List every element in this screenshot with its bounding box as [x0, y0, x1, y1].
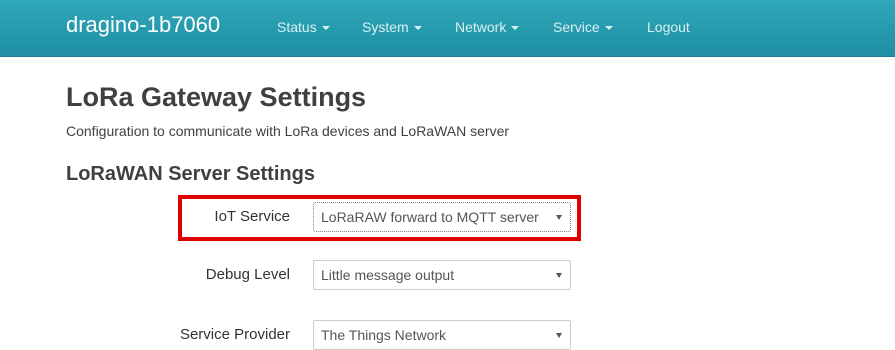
top-navbar: dragino-1b7060 Status System Network Ser…	[0, 0, 895, 57]
section-title: LoRaWAN Server Settings	[66, 163, 315, 185]
debug-level-value: Little message output	[321, 267, 455, 283]
nav-status[interactable]: Status	[277, 19, 330, 35]
nav-status-label: Status	[277, 19, 317, 35]
service-provider-select[interactable]: The Things Network	[313, 320, 571, 350]
nav-service[interactable]: Service	[553, 19, 613, 35]
caret-down-icon	[321, 26, 330, 31]
nav-logout-label: Logout	[647, 19, 690, 35]
caret-down-icon	[556, 273, 562, 278]
brand-title[interactable]: dragino-1b7060	[66, 12, 220, 38]
caret-down-icon	[413, 26, 422, 31]
page-description: Configuration to communicate with LoRa d…	[66, 123, 510, 139]
caret-down-icon	[511, 26, 520, 31]
highlight-box	[178, 195, 581, 241]
nav-network-label: Network	[455, 19, 507, 35]
debug-level-label: Debug Level	[205, 266, 290, 283]
caret-down-icon	[556, 333, 562, 338]
nav-system-label: System	[362, 19, 409, 35]
page-title: LoRa Gateway Settings	[66, 82, 367, 112]
service-provider-value: The Things Network	[321, 327, 447, 343]
nav-service-label: Service	[553, 19, 600, 35]
caret-down-icon	[604, 26, 613, 31]
nav-logout[interactable]: Logout	[647, 19, 690, 35]
debug-level-select[interactable]: Little message output	[313, 260, 571, 290]
nav-system[interactable]: System	[362, 19, 422, 35]
service-provider-label: Service Provider	[179, 326, 290, 343]
nav-network[interactable]: Network	[455, 19, 520, 35]
